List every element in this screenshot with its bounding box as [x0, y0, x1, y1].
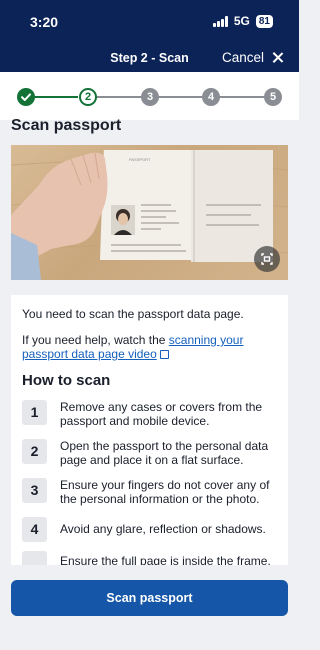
stepper-line-remaining	[96, 96, 266, 98]
cancel-label: Cancel	[221, 50, 264, 65]
how-to-scan-heading: How to scan	[22, 372, 111, 389]
help-text: If you need help, watch the scanning you…	[22, 333, 277, 361]
check-icon	[21, 93, 31, 101]
stepper-line-complete	[34, 96, 78, 98]
external-link-icon	[159, 350, 169, 359]
battery-icon: 81	[255, 14, 273, 28]
step-number: 3	[22, 478, 47, 503]
svg-text:PASSPORT: PASSPORT	[129, 157, 151, 162]
app-header: 3:20 5G 81 Step 2 - Scan Cancel	[0, 0, 299, 72]
close-icon	[272, 52, 283, 63]
signal-icon	[213, 15, 228, 27]
scan-passport-button[interactable]: Scan passport	[11, 580, 288, 616]
step-text: Ensure your fingers do not cover any of …	[60, 478, 270, 506]
step-2-current: 2	[79, 88, 97, 106]
network-label: 5G	[233, 14, 250, 28]
step-text: Open the passport to the personal data p…	[60, 439, 269, 467]
step-text: Ensure the full page is inside the frame…	[60, 554, 271, 565]
passport-scan-image: PASSPORT	[11, 145, 288, 280]
passport-hand-illustration: PASSPORT	[11, 150, 288, 280]
scan-frame-glyph	[261, 253, 273, 265]
intro-text: You need to scan the passport data page.	[22, 307, 244, 321]
help-prefix: If you need help, watch the	[22, 333, 169, 347]
status-bar: 3:20 5G 81	[0, 0, 299, 40]
step-number: 1	[22, 400, 47, 425]
scan-frame-icon[interactable]	[254, 246, 280, 272]
step-number: 2	[22, 439, 47, 464]
step-number: 4	[22, 517, 47, 542]
step-3: 3	[141, 88, 159, 106]
bottom-action-bar: Scan passport	[0, 567, 299, 650]
cancel-button[interactable]: Cancel	[222, 50, 283, 65]
step-text: Avoid any glare, reflection or shadows.	[60, 522, 266, 536]
step-5: 5	[264, 88, 282, 106]
page-title: Scan passport	[11, 117, 122, 134]
status-indicators: 5G 81	[213, 14, 273, 28]
instructions-card: You need to scan the passport data page.…	[11, 295, 288, 565]
step-4: 4	[202, 88, 220, 106]
step-text: Remove any cases or covers from the pass…	[60, 400, 263, 428]
progress-stepper: 2 3 4 5	[0, 72, 299, 120]
step-number	[22, 551, 47, 565]
step-1-complete	[17, 88, 35, 106]
status-time: 3:20	[30, 14, 59, 30]
